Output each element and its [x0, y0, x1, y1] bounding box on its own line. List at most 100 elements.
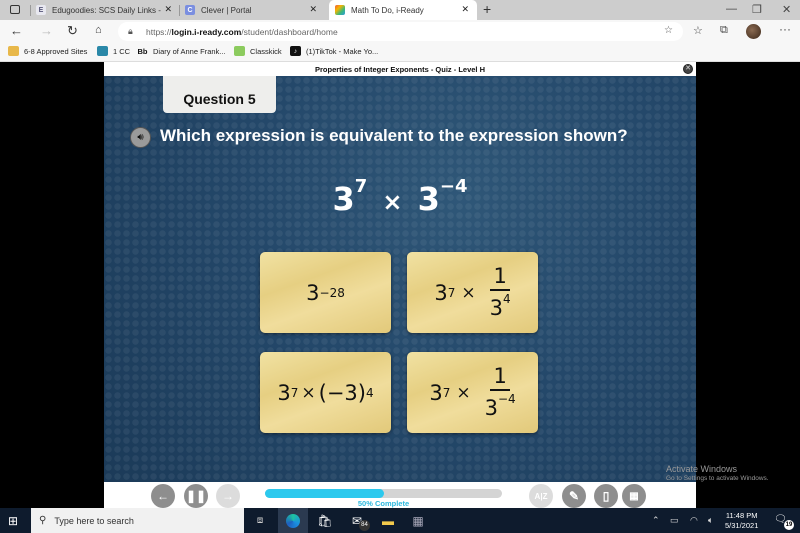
choice-operator: ×	[301, 382, 316, 403]
address-bar[interactable]: 🔒︎ https://login.i-ready.com/student/das…	[118, 22, 683, 41]
den-exponent: 4	[503, 292, 511, 306]
search-placeholder: Type here to search	[54, 515, 134, 526]
answer-choice-d[interactable]: 37 × 1 3−4	[407, 352, 538, 433]
calculator-button[interactable]: ▦	[622, 484, 646, 508]
speaker-icon[interactable]: 🔊︎	[130, 127, 151, 148]
close-window-button[interactable]: ✕	[782, 3, 791, 16]
question-stage: Question 5 🔊︎ Which expression is equiva…	[104, 76, 696, 482]
notification-center-icon[interactable]: 🗨︎ 19	[774, 514, 794, 530]
url-path: /student/dashboard/home	[241, 26, 338, 37]
glossary-button[interactable]: A|Z	[529, 484, 553, 508]
answer-choice-a[interactable]: 3 −28	[260, 252, 391, 333]
back-button[interactable]: ←	[10, 23, 23, 38]
back-arrow-button[interactable]: ←	[151, 484, 175, 508]
more-menu-icon[interactable]: ···	[779, 22, 791, 36]
choice-exponent: 4	[365, 385, 374, 400]
teams-icon	[97, 46, 108, 56]
notepad-button[interactable]: ▯	[594, 484, 618, 508]
close-quiz-button[interactable]: ✕	[683, 64, 693, 74]
tab-label: Clever | Portal	[201, 5, 252, 15]
progress-label: 50% Complete	[357, 499, 410, 508]
quiz-controls-bar: ← ❚❚ → 50% Complete A|Z ✎ ▯ ▦	[104, 482, 696, 508]
bookmark-label: 6-8 Approved Sites	[24, 46, 88, 56]
tab-clever[interactable]: C Clever | Portal ✕	[185, 0, 325, 20]
answer-choice-b[interactable]: 37 × 1 34	[407, 252, 538, 333]
browser-toolbar: ← → ↻ ⌂ 🔒︎ https://login.i-ready.com/stu…	[0, 20, 800, 43]
choice-base: 3	[434, 280, 448, 305]
tab-edugoodies[interactable]: E Edugoodies: SCS Daily Links - ec ✕	[36, 0, 176, 20]
wifi-icon[interactable]: ◠	[690, 515, 698, 526]
bookmark-label: Classkick	[250, 46, 282, 56]
store-icon[interactable]: 🛍︎	[310, 508, 340, 533]
favorites-icon[interactable]: ☆	[693, 24, 703, 37]
expr-base: 3	[417, 180, 440, 218]
choice-operator: ×	[461, 282, 476, 303]
bookmark-approved-sites[interactable]: 6-8 Approved Sites	[8, 46, 87, 56]
question-number: Question 5	[163, 76, 276, 113]
windows-start-icon[interactable]: ⊞	[8, 514, 22, 528]
bookmark-tiktok[interactable]: ♪ (1)TikTok - Make Yo...	[290, 46, 378, 56]
fraction-denominator: 3−4	[485, 391, 516, 419]
favorite-star-icon[interactable]: ☆	[664, 25, 673, 36]
task-view-icon[interactable]: ⧈	[245, 508, 275, 533]
expr-operator: ×	[382, 188, 403, 216]
clock-time: 11:48 PM	[725, 511, 758, 520]
tab-actions-icon[interactable]	[10, 5, 20, 14]
bookmark-diary-anne-frank[interactable]: Bb Diary of Anne Frank...	[137, 46, 226, 56]
choice-fraction: 1 3−4	[485, 366, 516, 419]
choice-exponent: 7	[290, 385, 299, 400]
url-domain: login.i-ready.com	[171, 26, 242, 37]
choice-base: 3	[429, 380, 443, 405]
refresh-button[interactable]: ↻	[67, 23, 78, 39]
tiktok-icon: ♪	[290, 46, 301, 56]
battery-icon[interactable]: ▭	[670, 515, 679, 526]
choice-base: 3	[277, 380, 291, 405]
bookmark-1cc[interactable]: 1 CC	[97, 46, 130, 56]
answer-choice-c[interactable]: 37 × (−3) 4	[260, 352, 391, 433]
show-hidden-icons[interactable]: ⌃	[652, 515, 660, 526]
expr-exponent: 7	[354, 176, 368, 197]
minimize-button[interactable]: —	[726, 3, 737, 15]
system-clock[interactable]: 11:48 PM 5/31/2021	[725, 511, 758, 531]
pencil-button[interactable]: ✎	[562, 484, 586, 508]
bookmark-label: Diary of Anne Frank...	[153, 46, 226, 56]
volume-icon[interactable]: 🔈︎	[708, 515, 713, 526]
fraction-numerator: 1	[490, 266, 510, 291]
close-tab-icon[interactable]: ✕	[461, 4, 469, 15]
pause-button[interactable]: ❚❚	[184, 484, 208, 508]
mail-icon[interactable]: ✉︎ 84	[342, 508, 372, 533]
home-button[interactable]: ⌂	[95, 24, 102, 36]
clever-favicon: C	[185, 5, 195, 15]
collections-icon[interactable]: ⧉	[720, 24, 728, 37]
expr-exponent: −4	[439, 176, 468, 197]
edge-icon[interactable]	[278, 508, 308, 533]
bookmark-classkick[interactable]: Classkick	[234, 46, 282, 56]
choice-exponent: −28	[319, 285, 345, 300]
given-expression: 37 × 3−4	[104, 176, 696, 218]
forward-arrow-button[interactable]: →	[216, 484, 240, 508]
watermark-subtitle: Go to Settings to activate Windows.	[666, 475, 769, 482]
close-tab-icon[interactable]: ✕	[164, 4, 172, 15]
close-tab-icon[interactable]: ✕	[309, 4, 317, 15]
new-tab-button[interactable]: +	[483, 1, 491, 17]
profile-avatar[interactable]	[746, 24, 761, 39]
iready-favicon	[335, 5, 345, 15]
calculator-app-icon[interactable]: ▦	[403, 508, 433, 533]
choice-operator: ×	[456, 382, 471, 403]
progress-bar	[265, 489, 502, 498]
taskbar-search[interactable]: ⚲ Type here to search	[31, 508, 244, 533]
forward-button[interactable]: →	[40, 23, 53, 38]
tab-iready[interactable]: Math To Do, i-Ready ✕	[329, 0, 477, 20]
mail-badge: 84	[359, 520, 370, 531]
file-explorer-icon[interactable]: ▬	[373, 508, 403, 533]
quiz-title: Properties of Integer Exponents - Quiz -…	[104, 62, 696, 76]
page-content: Properties of Integer Exponents - Quiz -…	[0, 62, 800, 508]
bookmark-label: (1)TikTok - Make Yo...	[306, 46, 379, 56]
folder-icon	[8, 46, 19, 56]
browser-tab-strip: E Edugoodies: SCS Daily Links - ec ✕ C C…	[0, 0, 800, 20]
choice-base: 3	[306, 280, 320, 305]
fraction-denominator: 34	[490, 291, 511, 319]
den-base: 3	[489, 296, 503, 320]
tab-label: Edugoodies: SCS Daily Links - ec	[52, 5, 162, 15]
restore-button[interactable]: ❐	[752, 3, 762, 16]
